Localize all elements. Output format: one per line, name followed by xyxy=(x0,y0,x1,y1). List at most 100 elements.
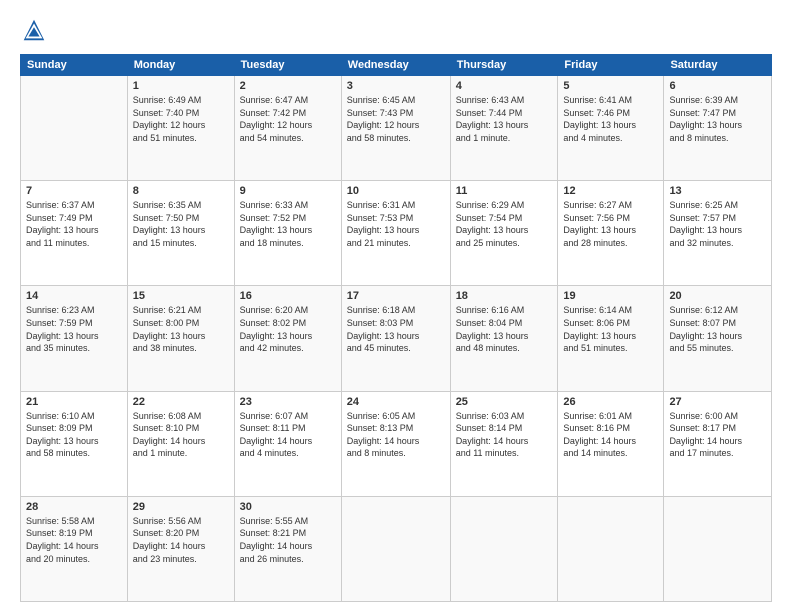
day-cell: 7 Sunrise: 6:37 AM Sunset: 7:49 PM Daylig… xyxy=(21,181,128,286)
day-number: 15 xyxy=(133,290,229,302)
day-cell: 22Sunrise: 6:08 AM Sunset: 8:10 PM Dayli… xyxy=(127,391,234,496)
day-cell: 25 Sunrise: 6:03 AM Sunset: 8:14 PM Dayli… xyxy=(450,391,558,496)
day-number: 14 xyxy=(26,290,122,302)
day-number: 27 xyxy=(669,396,766,408)
day-number: 13 xyxy=(669,185,766,197)
day-number: 6 xyxy=(669,80,766,92)
day-info: Sunrise: 6:07 AM Sunset: 8:11 PM Dayligh… xyxy=(240,410,336,460)
day-number: 9 xyxy=(240,185,336,197)
day-info: Sunrise: 6:49 AM Sunset: 7:40 PM Dayligh… xyxy=(133,94,229,144)
day-cell: 30Sunrise: 5:55 AM Sunset: 8:21 PM Dayli… xyxy=(234,496,341,601)
week-row-5: 28 Sunrise: 5:58 AM Sunset: 8:19 PM Dayli… xyxy=(21,496,772,601)
day-cell xyxy=(664,496,772,601)
day-cell: 20 Sunrise: 6:12 AM Sunset: 8:07 PM Dayli… xyxy=(664,286,772,391)
week-row-1: 1 Sunrise: 6:49 AM Sunset: 7:40 PM Daylig… xyxy=(21,76,772,181)
day-number: 29 xyxy=(133,501,229,513)
page: SundayMondayTuesdayWednesdayThursdayFrid… xyxy=(0,0,792,612)
day-info: Sunrise: 6:21 AM Sunset: 8:00 PM Dayligh… xyxy=(133,304,229,354)
day-info: Sunrise: 5:58 AM Sunset: 8:19 PM Dayligh… xyxy=(26,515,122,565)
day-cell: 24 Sunrise: 6:05 AM Sunset: 8:13 PM Dayli… xyxy=(341,391,450,496)
day-number: 19 xyxy=(563,290,658,302)
day-info: Sunrise: 5:56 AM Sunset: 8:20 PM Dayligh… xyxy=(133,515,229,565)
day-info: Sunrise: 6:37 AM Sunset: 7:49 PM Dayligh… xyxy=(26,199,122,249)
day-number: 28 xyxy=(26,501,122,513)
week-row-4: 21Sunrise: 6:10 AM Sunset: 8:09 PM Dayli… xyxy=(21,391,772,496)
day-info: Sunrise: 6:05 AM Sunset: 8:13 PM Dayligh… xyxy=(347,410,445,460)
day-info: Sunrise: 6:12 AM Sunset: 8:07 PM Dayligh… xyxy=(669,304,766,354)
day-number: 8 xyxy=(133,185,229,197)
day-info: Sunrise: 6:16 AM Sunset: 8:04 PM Dayligh… xyxy=(456,304,553,354)
header-cell-friday: Friday xyxy=(558,55,664,76)
day-number: 30 xyxy=(240,501,336,513)
day-cell: 27 Sunrise: 6:00 AM Sunset: 8:17 PM Dayli… xyxy=(664,391,772,496)
day-number: 25 xyxy=(456,396,553,408)
day-cell: 8 Sunrise: 6:35 AM Sunset: 7:50 PM Daylig… xyxy=(127,181,234,286)
day-cell: 13 Sunrise: 6:25 AM Sunset: 7:57 PM Dayli… xyxy=(664,181,772,286)
day-number: 22 xyxy=(133,396,229,408)
calendar-table: SundayMondayTuesdayWednesdayThursdayFrid… xyxy=(20,54,772,602)
day-info: Sunrise: 6:31 AM Sunset: 7:53 PM Dayligh… xyxy=(347,199,445,249)
header xyxy=(20,16,772,44)
day-number: 16 xyxy=(240,290,336,302)
day-number: 18 xyxy=(456,290,553,302)
day-number: 26 xyxy=(563,396,658,408)
day-info: Sunrise: 6:00 AM Sunset: 8:17 PM Dayligh… xyxy=(669,410,766,460)
day-info: Sunrise: 6:25 AM Sunset: 7:57 PM Dayligh… xyxy=(669,199,766,249)
day-info: Sunrise: 6:47 AM Sunset: 7:42 PM Dayligh… xyxy=(240,94,336,144)
day-cell xyxy=(21,76,128,181)
day-number: 5 xyxy=(563,80,658,92)
day-info: Sunrise: 6:03 AM Sunset: 8:14 PM Dayligh… xyxy=(456,410,553,460)
day-cell: 19 Sunrise: 6:14 AM Sunset: 8:06 PM Dayli… xyxy=(558,286,664,391)
day-number: 12 xyxy=(563,185,658,197)
day-cell: 1 Sunrise: 6:49 AM Sunset: 7:40 PM Daylig… xyxy=(127,76,234,181)
day-number: 23 xyxy=(240,396,336,408)
header-cell-tuesday: Tuesday xyxy=(234,55,341,76)
day-cell: 26 Sunrise: 6:01 AM Sunset: 8:16 PM Dayli… xyxy=(558,391,664,496)
day-cell: 5 Sunrise: 6:41 AM Sunset: 7:46 PM Daylig… xyxy=(558,76,664,181)
day-number: 10 xyxy=(347,185,445,197)
day-info: Sunrise: 6:14 AM Sunset: 8:06 PM Dayligh… xyxy=(563,304,658,354)
day-cell: 9 Sunrise: 6:33 AM Sunset: 7:52 PM Daylig… xyxy=(234,181,341,286)
day-cell xyxy=(450,496,558,601)
header-cell-saturday: Saturday xyxy=(664,55,772,76)
day-number: 7 xyxy=(26,185,122,197)
day-number: 1 xyxy=(133,80,229,92)
day-info: Sunrise: 6:41 AM Sunset: 7:46 PM Dayligh… xyxy=(563,94,658,144)
day-info: Sunrise: 6:10 AM Sunset: 8:09 PM Dayligh… xyxy=(26,410,122,460)
day-cell: 23 Sunrise: 6:07 AM Sunset: 8:11 PM Dayli… xyxy=(234,391,341,496)
header-cell-wednesday: Wednesday xyxy=(341,55,450,76)
day-info: Sunrise: 6:29 AM Sunset: 7:54 PM Dayligh… xyxy=(456,199,553,249)
header-row: SundayMondayTuesdayWednesdayThursdayFrid… xyxy=(21,55,772,76)
day-info: Sunrise: 6:33 AM Sunset: 7:52 PM Dayligh… xyxy=(240,199,336,249)
day-number: 2 xyxy=(240,80,336,92)
day-number: 11 xyxy=(456,185,553,197)
day-cell: 28 Sunrise: 5:58 AM Sunset: 8:19 PM Dayli… xyxy=(21,496,128,601)
day-cell: 2 Sunrise: 6:47 AM Sunset: 7:42 PM Daylig… xyxy=(234,76,341,181)
day-cell: 3Sunrise: 6:45 AM Sunset: 7:43 PM Daylig… xyxy=(341,76,450,181)
week-row-3: 14Sunrise: 6:23 AM Sunset: 7:59 PM Dayli… xyxy=(21,286,772,391)
day-cell: 21Sunrise: 6:10 AM Sunset: 8:09 PM Dayli… xyxy=(21,391,128,496)
day-cell: 6 Sunrise: 6:39 AM Sunset: 7:47 PM Daylig… xyxy=(664,76,772,181)
logo-icon xyxy=(20,16,48,44)
header-cell-sunday: Sunday xyxy=(21,55,128,76)
day-info: Sunrise: 6:18 AM Sunset: 8:03 PM Dayligh… xyxy=(347,304,445,354)
header-cell-thursday: Thursday xyxy=(450,55,558,76)
day-number: 4 xyxy=(456,80,553,92)
day-info: Sunrise: 6:35 AM Sunset: 7:50 PM Dayligh… xyxy=(133,199,229,249)
day-number: 24 xyxy=(347,396,445,408)
day-cell: 18 Sunrise: 6:16 AM Sunset: 8:04 PM Dayli… xyxy=(450,286,558,391)
day-cell: 10 Sunrise: 6:31 AM Sunset: 7:53 PM Dayli… xyxy=(341,181,450,286)
day-cell: 15 Sunrise: 6:21 AM Sunset: 8:00 PM Dayli… xyxy=(127,286,234,391)
day-info: Sunrise: 6:27 AM Sunset: 7:56 PM Dayligh… xyxy=(563,199,658,249)
day-cell xyxy=(341,496,450,601)
day-cell xyxy=(558,496,664,601)
header-cell-monday: Monday xyxy=(127,55,234,76)
day-number: 20 xyxy=(669,290,766,302)
day-cell: 17Sunrise: 6:18 AM Sunset: 8:03 PM Dayli… xyxy=(341,286,450,391)
day-info: Sunrise: 6:20 AM Sunset: 8:02 PM Dayligh… xyxy=(240,304,336,354)
day-number: 3 xyxy=(347,80,445,92)
day-info: Sunrise: 6:39 AM Sunset: 7:47 PM Dayligh… xyxy=(669,94,766,144)
day-info: Sunrise: 6:43 AM Sunset: 7:44 PM Dayligh… xyxy=(456,94,553,144)
week-row-2: 7 Sunrise: 6:37 AM Sunset: 7:49 PM Daylig… xyxy=(21,181,772,286)
day-info: Sunrise: 6:01 AM Sunset: 8:16 PM Dayligh… xyxy=(563,410,658,460)
